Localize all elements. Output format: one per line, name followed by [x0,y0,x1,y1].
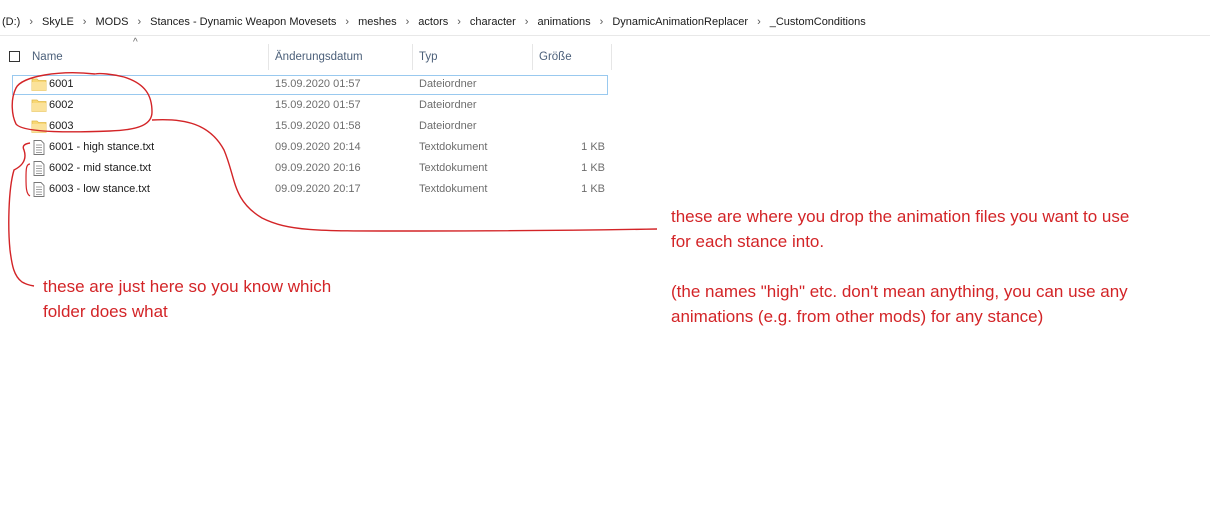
annotation-note-right-line1: these are where you drop the animation f… [671,207,1130,226]
breadcrumb-separator-icon[interactable]: › [24,16,38,28]
annotation-note-right: these are where you drop the animation f… [671,204,1129,329]
folder-row[interactable]: 6003 15.09.2020 01:58 Dateiordner [0,116,1210,137]
file-name: 6003 [49,120,74,132]
breadcrumb-item[interactable]: MODS [91,9,132,35]
file-size: 1 KB [581,183,605,195]
file-name: 6002 - mid stance.txt [49,162,152,174]
breadcrumb-item[interactable]: (D:) [0,9,24,35]
file-explorer-window: (D:) › SkyLE › MODS › Stances - Dynamic Weapon… [0,0,1210,530]
annotation-note-left-line2: folder does what [43,302,168,321]
column-header-date-label: Änderungsdatum [275,51,363,63]
breadcrumb-item[interactable]: meshes [354,9,401,35]
file-type: Dateiordner [419,78,477,90]
breadcrumb-item[interactable]: _CustomConditions [766,9,870,35]
file-name: 6001 [49,78,74,90]
column-header-type[interactable]: Typ [413,44,532,70]
breadcrumb: (D:) › SkyLE › MODS › Stances - Dynamic Weapon… [0,8,1210,36]
annotation-note-right-line3: (the names "high" etc. don't mean anythi… [671,282,1128,301]
column-header-name-label: Name [32,51,63,63]
file-date: 09.09.2020 20:17 [275,183,361,195]
file-type: Textdokument [419,141,488,153]
breadcrumb-item[interactable]: actors [414,9,452,35]
breadcrumb-item[interactable]: Stances - Dynamic Weapon Movesets [146,9,340,35]
file-name: 6001 - high stance.txt [49,141,155,153]
file-name: 6003 - low stance.txt [49,183,150,195]
text-document-icon [31,140,47,155]
breadcrumb-separator-icon[interactable]: › [132,16,146,28]
breadcrumb-item[interactable]: animations [533,9,594,35]
column-header-name[interactable]: Name [26,44,268,70]
column-header-size[interactable]: Größe [533,44,611,70]
text-document-icon [31,182,47,197]
file-date: 15.09.2020 01:57 [275,99,361,111]
annotation-note-right-line4: animations (e.g. from other mods) for an… [671,307,1044,326]
column-header-row: Name ^ Änderungsdatum Typ Größe [0,37,1210,70]
file-size: 1 KB [581,141,605,153]
file-row[interactable]: 6001 - high stance.txt 09.09.2020 20:14 Te… [0,137,1210,158]
breadcrumb-item[interactable]: DynamicAnimationReplacer [608,9,752,35]
folder-icon [31,77,47,92]
folder-icon [31,98,47,113]
folder-icon [31,119,47,134]
sort-ascending-icon: ^ [133,37,138,48]
folder-row[interactable]: 6001 15.09.2020 01:57 Dateiordner [0,74,1210,95]
column-header-date[interactable]: Änderungsdatum [269,44,412,70]
file-date: 09.09.2020 20:14 [275,141,361,153]
file-name: 6002 [49,99,74,111]
annotation-note-right-line2: for each stance into. [671,232,825,251]
annotation-note-spacer [671,254,1129,279]
file-row[interactable]: 6002 - mid stance.txt 09.09.2020 20:16 Tex… [0,158,1210,179]
breadcrumb-separator-icon[interactable]: › [520,16,534,28]
breadcrumb-separator-icon[interactable]: › [78,16,92,28]
file-row[interactable]: 6003 - low stance.txt 09.09.2020 20:17 Tex… [0,179,1210,200]
breadcrumb-separator-icon[interactable]: › [452,16,466,28]
breadcrumb-separator-icon[interactable]: › [401,16,415,28]
text-document-icon [31,161,47,176]
column-header-type-label: Typ [419,51,438,63]
annotation-note-left-line1: these are just here so you know which [43,277,332,296]
column-divider[interactable] [611,44,612,70]
file-type: Dateiordner [419,120,477,132]
annotation-note-left: these are just here so you know which fo… [43,274,331,324]
file-date: 15.09.2020 01:57 [275,78,361,90]
file-type: Dateiordner [419,99,477,111]
file-list: 6001 15.09.2020 01:57 Dateiordner 6002 15.09… [0,74,1210,200]
file-date: 15.09.2020 01:58 [275,120,361,132]
breadcrumb-item[interactable]: SkyLE [38,9,78,35]
file-date: 09.09.2020 20:16 [275,162,361,174]
select-all-checkbox[interactable] [9,51,20,62]
breadcrumb-item[interactable]: character [466,9,520,35]
breadcrumb-separator-icon[interactable]: › [340,16,354,28]
column-header-size-label: Größe [539,51,572,63]
file-type: Textdokument [419,183,488,195]
folder-row[interactable]: 6002 15.09.2020 01:57 Dateiordner [0,95,1210,116]
breadcrumb-separator-icon[interactable]: › [595,16,609,28]
file-type: Textdokument [419,162,488,174]
breadcrumb-separator-icon[interactable]: › [752,16,766,28]
file-size: 1 KB [581,162,605,174]
